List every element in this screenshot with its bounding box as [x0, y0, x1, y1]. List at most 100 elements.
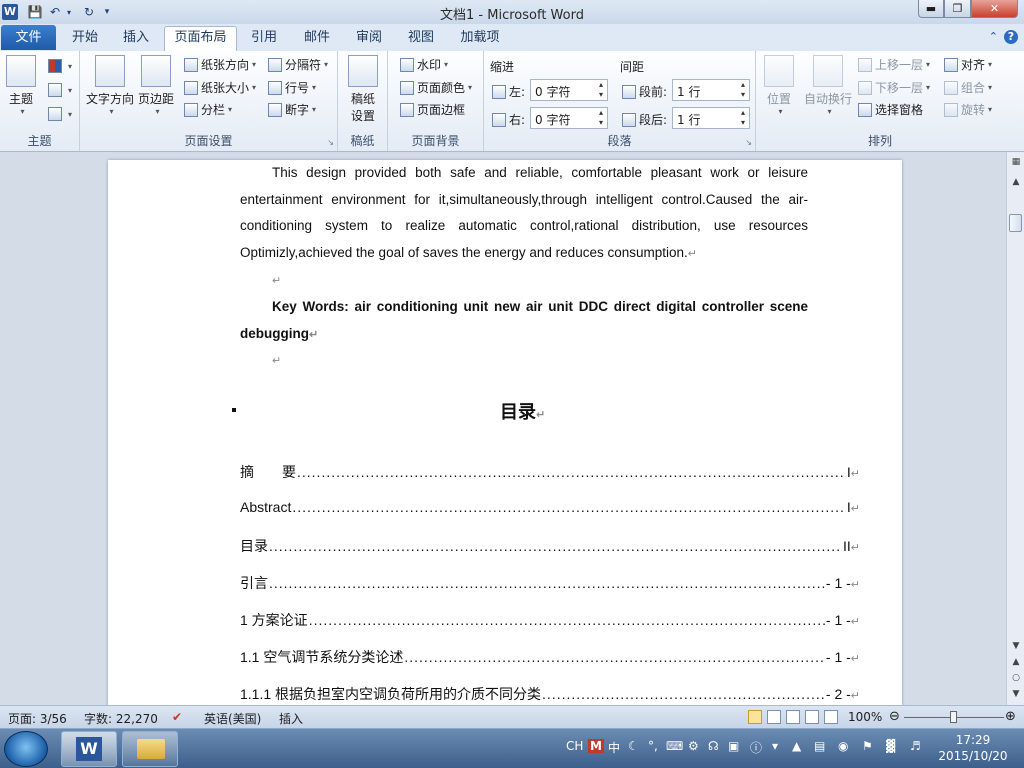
scroll-down-icon[interactable]: ▼: [1008, 638, 1024, 654]
spacing-after-input[interactable]: 1 行: [672, 107, 750, 129]
themes-button[interactable]: 主题 ▾: [6, 55, 36, 116]
group-objects-button[interactable]: 组合 ▾: [944, 79, 992, 96]
tab-review[interactable]: 审阅: [348, 28, 390, 51]
abstract-paragraph[interactable]: This design provided both safe and relia…: [240, 160, 808, 268]
toc-entry[interactable]: 1 方案论证 - 1 -↵: [240, 610, 860, 630]
vertical-scrollbar[interactable]: ▦ ▲ ▼ ▲ ○ ▼: [1006, 152, 1024, 705]
full-screen-reading-icon[interactable]: [767, 710, 781, 724]
start-button[interactable]: [4, 731, 48, 767]
volume-icon[interactable]: ♬: [910, 739, 921, 753]
spacing-before-input[interactable]: 1 行: [672, 79, 750, 101]
indent-right-input[interactable]: 0 字符: [530, 107, 608, 129]
flag-icon[interactable]: ⚑: [862, 739, 873, 753]
ime-keyboard-icon[interactable]: ⌨: [666, 739, 683, 753]
security-icon[interactable]: ◉: [838, 739, 848, 753]
tab-page-layout[interactable]: 页面布局: [164, 26, 237, 51]
outline-view-icon[interactable]: [805, 710, 819, 724]
ruler-toggle-icon[interactable]: ▦: [1008, 154, 1024, 170]
tab-view[interactable]: 视图: [400, 28, 442, 51]
watermark-button[interactable]: 水印 ▾: [400, 56, 448, 73]
zoom-level[interactable]: 100%: [848, 710, 882, 724]
print-layout-icon[interactable]: [748, 710, 762, 724]
toc-entry[interactable]: 摘 要I↵: [240, 462, 860, 482]
ime-chinese-mode[interactable]: 中: [608, 739, 620, 756]
status-language[interactable]: 英语(美国): [204, 710, 261, 727]
ime-help-icon[interactable]: ⓘ: [750, 739, 762, 756]
indent-left-input[interactable]: 0 字符: [530, 79, 608, 101]
maximize-button[interactable]: ❐: [944, 0, 971, 18]
close-button[interactable]: ✕: [971, 0, 1018, 18]
toc-entry[interactable]: 1.1.1 根据负担室内空调负荷所用的介质不同分类 - 2 -↵: [240, 684, 860, 704]
tab-file[interactable]: 文件: [1, 25, 56, 50]
proofing-icon[interactable]: ✔: [172, 710, 182, 724]
status-words[interactable]: 字数: 22,270: [84, 710, 158, 727]
align-button[interactable]: 对齐 ▾: [944, 56, 992, 73]
network-signal-icon[interactable]: ▓: [886, 739, 895, 753]
orientation-button[interactable]: 纸张方向 ▾: [184, 56, 256, 73]
empty-paragraph[interactable]: ↵: [240, 267, 808, 295]
line-numbers-button[interactable]: 行号 ▾: [268, 79, 316, 96]
toc-entry[interactable]: 引言 - 1 -↵: [240, 573, 860, 593]
status-insert-mode[interactable]: 插入: [279, 710, 303, 727]
network-drive-icon[interactable]: ▤: [814, 739, 825, 753]
show-hidden-icons-icon[interactable]: ▲: [792, 739, 801, 753]
tab-references[interactable]: 引用: [244, 28, 284, 51]
tab-home[interactable]: 开始: [64, 28, 106, 51]
toc-entry[interactable]: 目录 II↵: [240, 536, 860, 556]
send-backward-button[interactable]: 下移一层 ▾: [858, 79, 930, 96]
columns-button[interactable]: 分栏 ▾: [184, 101, 232, 118]
ime-options-icon[interactable]: ▾: [772, 739, 778, 753]
toc-entry[interactable]: AbstractI↵: [240, 499, 860, 519]
web-layout-icon[interactable]: [786, 710, 800, 724]
draft-view-icon[interactable]: [824, 710, 838, 724]
tab-mailings[interactable]: 邮件: [296, 28, 338, 51]
document-page[interactable]: This design provided both safe and relia…: [108, 160, 902, 705]
tab-addins[interactable]: 加载项: [452, 28, 508, 51]
hyphenation-button[interactable]: 断字 ▾: [268, 101, 316, 118]
selection-pane-button[interactable]: 选择窗格: [858, 101, 923, 118]
ime-skin-icon[interactable]: ☊: [708, 739, 719, 753]
theme-colors-button[interactable]: ▾: [48, 59, 72, 73]
ime-moon-icon[interactable]: ☾: [628, 739, 639, 753]
taskbar-explorer-button[interactable]: [122, 731, 178, 767]
next-page-icon[interactable]: ▼: [1008, 686, 1024, 702]
minimize-button[interactable]: ▬: [918, 0, 944, 18]
breaks-button[interactable]: 分隔符 ▾: [268, 56, 328, 73]
page-border-button[interactable]: 页面边框: [400, 101, 465, 118]
status-page[interactable]: 页面: 3/56: [8, 710, 67, 727]
bring-forward-button[interactable]: 上移一层 ▾: [858, 56, 930, 73]
ime-tool-icon[interactable]: ⚙: [688, 739, 699, 753]
theme-effects-button[interactable]: ▾: [48, 107, 72, 121]
dialog-launcher-icon[interactable]: ↘: [327, 138, 334, 147]
margins-button[interactable]: 页边距 ▾: [138, 55, 174, 116]
zoom-in-icon[interactable]: ⊕: [1005, 709, 1016, 724]
minimize-ribbon-icon[interactable]: ⌃: [989, 30, 998, 44]
draft-paper-button[interactable]: 稿纸 设置: [348, 55, 378, 124]
position-button[interactable]: 位置 ▾: [764, 55, 794, 116]
empty-paragraph[interactable]: ↵: [240, 347, 808, 375]
rotate-button[interactable]: 旋转 ▾: [944, 101, 992, 118]
page-color-button[interactable]: 页面颜色 ▾: [400, 79, 472, 96]
scroll-thumb[interactable]: [1009, 214, 1022, 232]
taskbar-word-button[interactable]: W: [61, 731, 117, 767]
theme-fonts-button[interactable]: ▾: [48, 83, 72, 97]
ime-language[interactable]: CH: [566, 739, 583, 753]
dialog-launcher-icon[interactable]: ↘: [745, 138, 752, 147]
zoom-slider-thumb[interactable]: [950, 711, 957, 723]
system-clock[interactable]: 17:29 2015/10/20: [938, 732, 1008, 764]
keywords-paragraph[interactable]: Key Words: air conditioning unit new air…: [240, 294, 808, 348]
ime-punctuation-icon[interactable]: °,: [648, 739, 658, 753]
select-browse-object-icon[interactable]: ○: [1008, 670, 1024, 686]
scroll-up-icon[interactable]: ▲: [1008, 174, 1024, 190]
ime-m-icon[interactable]: M: [588, 739, 604, 753]
size-button[interactable]: 纸张大小 ▾: [184, 79, 256, 96]
tab-insert[interactable]: 插入: [114, 28, 158, 51]
previous-page-icon[interactable]: ▲: [1008, 654, 1024, 670]
toc-entry[interactable]: 1.1 空气调节系统分类论述 - 1 -↵: [240, 647, 860, 667]
zoom-out-icon[interactable]: ⊖: [889, 709, 900, 724]
text-direction-button[interactable]: 文字方向 ▾: [86, 55, 134, 116]
toc-title[interactable]: 目录↵: [500, 398, 545, 424]
ime-settings-icon[interactable]: ▣: [728, 739, 739, 753]
help-icon[interactable]: ?: [1004, 30, 1018, 44]
wrap-text-button[interactable]: 自动换行 ▾: [804, 55, 852, 116]
